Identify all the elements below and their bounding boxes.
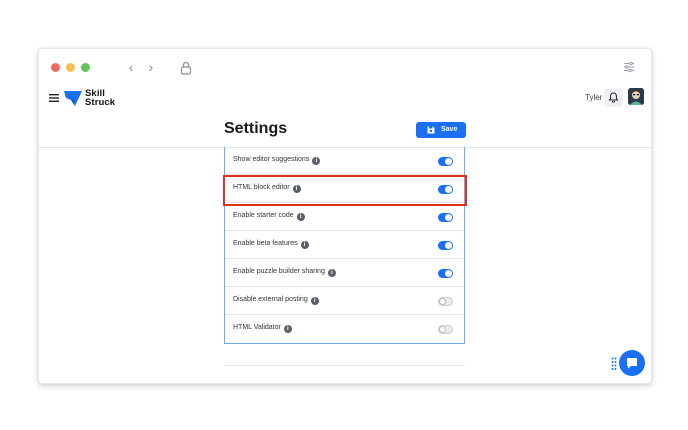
info-icon[interactable]: i — [300, 241, 309, 249]
save-icon — [427, 126, 435, 134]
app-header: Skill Struck Tyler — [39, 85, 651, 111]
bell-icon — [608, 92, 619, 103]
page-title: Settings — [224, 120, 288, 137]
save-button[interactable]: Save — [416, 122, 466, 138]
window-chrome: ‹ › — [39, 49, 651, 85]
setting-label: Show editor suggestions i — [233, 156, 321, 165]
setting-row-disable-external-posting: Disable external posting i — [225, 287, 464, 315]
sliders-icon[interactable] — [623, 61, 635, 73]
toggle-html-validator[interactable] — [438, 325, 453, 334]
setting-label: Disable external posting i — [233, 296, 319, 305]
notifications-button[interactable] — [604, 88, 623, 107]
highlight-box — [223, 175, 467, 206]
setting-row-enable-beta-features: Enable beta features i — [225, 231, 464, 259]
info-icon[interactable]: i — [327, 269, 336, 277]
save-button-label: Save — [441, 126, 458, 133]
avatar[interactable] — [628, 88, 644, 105]
lock-icon — [180, 61, 192, 75]
setting-row-enable-starter-code: Enable starter code i — [225, 203, 464, 231]
setting-label: Enable puzzle builder sharing i — [233, 268, 336, 277]
info-icon[interactable]: i — [283, 325, 292, 333]
chat-button[interactable] — [619, 350, 645, 376]
toggle-enable-beta-features[interactable] — [438, 241, 453, 250]
toggle-enable-starter-code[interactable] — [438, 213, 453, 222]
info-icon[interactable]: i — [312, 157, 321, 165]
hamburger-menu-icon[interactable] — [49, 94, 59, 102]
info-icon[interactable]: i — [310, 297, 319, 305]
drag-handle-icon[interactable] — [611, 357, 617, 371]
user-name: Tyler — [585, 93, 603, 102]
toggle-disable-external-posting[interactable] — [438, 297, 453, 306]
chat-icon — [627, 358, 637, 369]
toggle-enable-puzzle-builder-sharing[interactable] — [438, 269, 453, 278]
info-icon[interactable]: i — [296, 213, 305, 221]
maximize-window-button[interactable] — [81, 63, 90, 72]
brand-line-2: Struck — [85, 97, 116, 108]
forward-arrow-icon[interactable]: › — [144, 59, 158, 75]
close-window-button[interactable] — [51, 63, 60, 72]
setting-row-html-validator: HTML Validator i — [225, 315, 464, 343]
content-divider — [224, 365, 465, 366]
setting-label: Enable starter code i — [233, 212, 305, 221]
setting-row-enable-puzzle-builder-sharing: Enable puzzle builder sharing i — [225, 259, 464, 287]
setting-label: Enable beta features i — [233, 240, 309, 249]
browser-window: ‹ › Skill Struck Tyler Settings Save Sho… — [38, 48, 652, 384]
back-arrow-icon[interactable]: ‹ — [124, 59, 138, 75]
setting-row-show-editor-suggestions: Show editor suggestions i — [225, 147, 464, 175]
toggle-show-editor-suggestions[interactable] — [438, 157, 453, 166]
skillstruck-logo-icon[interactable] — [63, 88, 83, 108]
brand-name[interactable]: Skill Struck — [85, 89, 116, 108]
minimize-window-button[interactable] — [66, 63, 75, 72]
setting-label: HTML Validator i — [233, 324, 292, 333]
